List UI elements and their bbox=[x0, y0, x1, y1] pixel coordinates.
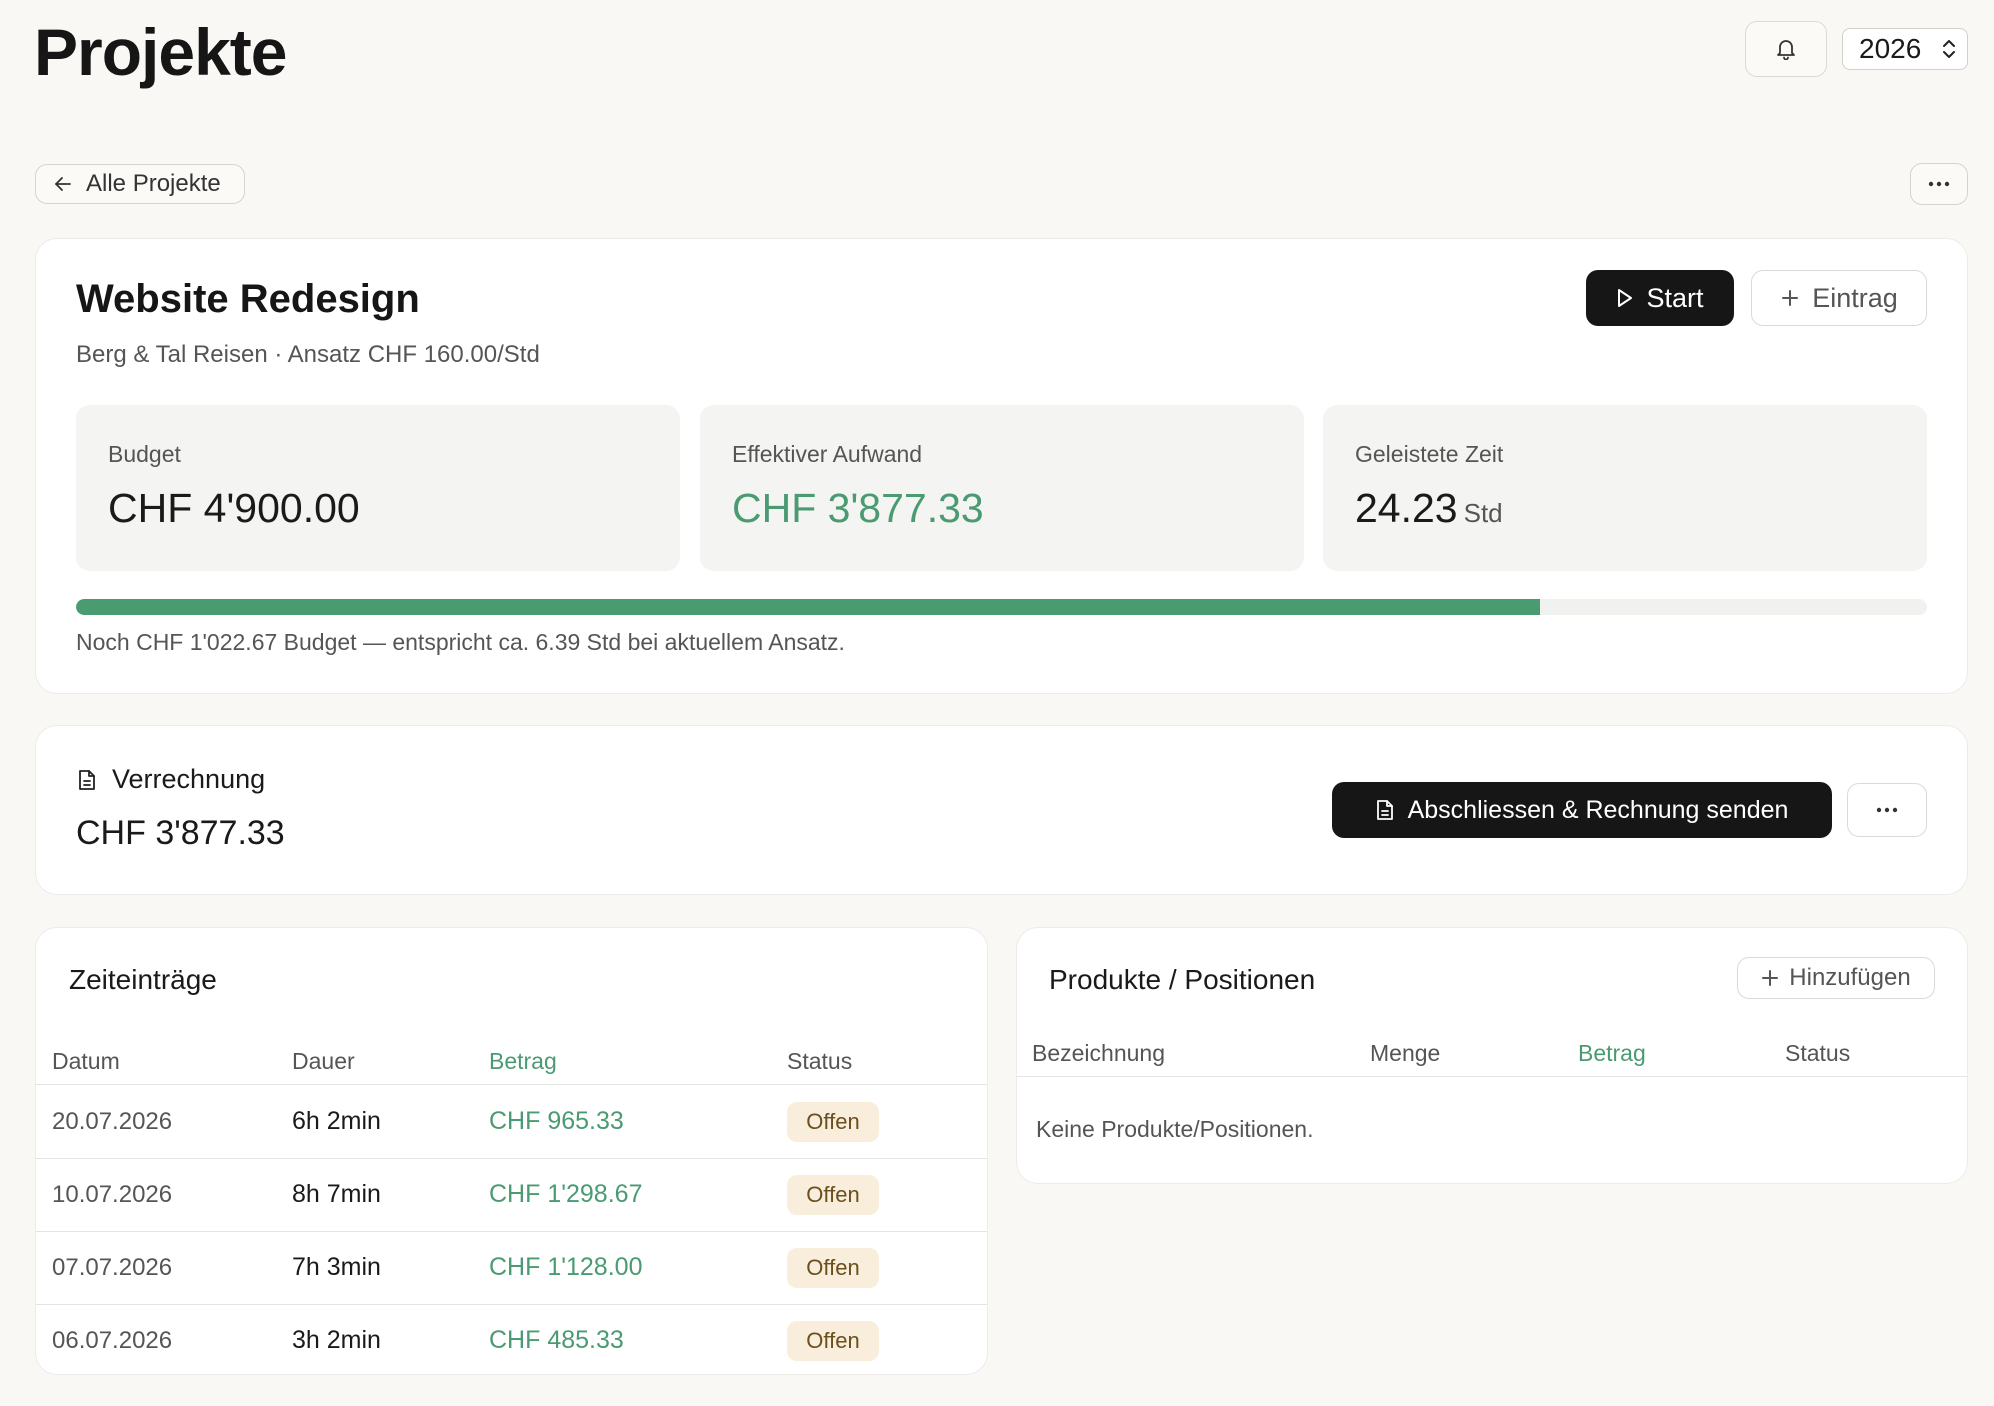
products-card: Produkte / Positionen Hinzufügen Bezeich… bbox=[1016, 927, 1968, 1184]
project-subtitle: Berg & Tal Reisen · Ansatz CHF 160.00/St… bbox=[76, 341, 540, 368]
column-amount[interactable]: Betrag bbox=[489, 1048, 557, 1075]
effort-label: Effektiver Aufwand bbox=[732, 441, 923, 467]
entry-amount: CHF 1'128.00 bbox=[489, 1253, 643, 1281]
notifications-button[interactable] bbox=[1745, 21, 1827, 77]
add-entry-button[interactable]: Eintrag bbox=[1751, 270, 1927, 326]
entry-duration: 3h 2min bbox=[292, 1326, 381, 1354]
table-row[interactable]: 10.07.2026 8h 7min CHF 1'298.67 Offen bbox=[36, 1159, 987, 1232]
entry-duration: 7h 3min bbox=[292, 1253, 381, 1281]
products-header: Bezeichnung Menge Betrag Status bbox=[1017, 1028, 1967, 1077]
entry-duration: 6h 2min bbox=[292, 1107, 381, 1135]
time-entries-card: Zeiteinträge Datum Dauer Betrag Status 2… bbox=[35, 927, 988, 1375]
effort-stat: Effektiver Aufwand CHF 3'877.33 bbox=[700, 405, 1304, 571]
status-badge: Offen bbox=[787, 1321, 879, 1361]
column-status[interactable]: Status bbox=[787, 1048, 852, 1075]
more-icon bbox=[1928, 181, 1950, 187]
billing-card: Verrechnung CHF 3'877.33 Abschliessen & … bbox=[35, 725, 1968, 895]
close-and-send-invoice-button[interactable]: Abschliessen & Rechnung senden bbox=[1332, 782, 1832, 838]
time-value: 24.23 bbox=[1355, 485, 1458, 531]
time-unit: Std bbox=[1463, 498, 1503, 528]
billing-heading: Verrechnung bbox=[78, 764, 265, 795]
plus-icon bbox=[1762, 970, 1779, 986]
arrow-left-icon bbox=[55, 177, 71, 191]
billing-title: Verrechnung bbox=[112, 764, 266, 794]
status-badge: Offen bbox=[787, 1175, 879, 1215]
add-product-button[interactable]: Hinzufügen bbox=[1737, 957, 1935, 999]
table-row[interactable]: 06.07.2026 3h 2min CHF 485.33 Offen bbox=[36, 1305, 987, 1374]
year-value: 2026 bbox=[1859, 33, 1922, 64]
time-entries-header: Datum Dauer Betrag Status bbox=[36, 1036, 987, 1085]
chevron-updown-icon bbox=[1943, 40, 1955, 58]
column-date[interactable]: Datum bbox=[52, 1048, 120, 1075]
column-status[interactable]: Status bbox=[1785, 1040, 1850, 1067]
time-entries-rows: 20.07.2026 6h 2min CHF 965.33 Offen 10.0… bbox=[36, 1086, 987, 1374]
start-timer-button[interactable]: Start bbox=[1586, 270, 1734, 326]
page-more-button[interactable] bbox=[1910, 163, 1968, 205]
billing-more-button[interactable] bbox=[1847, 783, 1927, 837]
project-overview-card: Website Redesign Berg & Tal Reisen · Ans… bbox=[35, 238, 1968, 694]
time-label: Geleistete Zeit bbox=[1355, 441, 1504, 467]
budget-progress-bar bbox=[76, 599, 1927, 615]
billing-amount: CHF 3'877.33 bbox=[76, 814, 285, 852]
table-row[interactable]: 20.07.2026 6h 2min CHF 965.33 Offen bbox=[36, 1086, 987, 1159]
effort-value: CHF 3'877.33 bbox=[732, 485, 984, 531]
project-name: Website Redesign bbox=[76, 277, 420, 321]
column-quantity[interactable]: Menge bbox=[1370, 1040, 1440, 1067]
products-empty-message: Keine Produkte/Positionen. bbox=[1036, 1116, 1314, 1142]
budget-progress-fill bbox=[76, 599, 1541, 615]
column-duration[interactable]: Dauer bbox=[292, 1048, 355, 1075]
status-badge: Offen bbox=[787, 1248, 879, 1288]
entry-amount: CHF 1'298.67 bbox=[489, 1180, 643, 1208]
entry-date: 06.07.2026 bbox=[52, 1327, 173, 1354]
plus-icon bbox=[1782, 290, 1799, 306]
add-product-label: Hinzufügen bbox=[1789, 964, 1911, 991]
page-title: Projekte bbox=[34, 15, 287, 89]
entry-amount: CHF 485.33 bbox=[489, 1326, 624, 1354]
document-icon bbox=[79, 769, 95, 790]
entry-date: 07.07.2026 bbox=[52, 1254, 173, 1281]
bell-icon bbox=[1777, 40, 1795, 60]
budget-remaining-note: Noch CHF 1'022.67 Budget — entspricht ca… bbox=[76, 629, 845, 655]
document-icon bbox=[1376, 800, 1393, 820]
column-name[interactable]: Bezeichnung bbox=[1032, 1040, 1165, 1067]
column-amount[interactable]: Betrag bbox=[1578, 1040, 1646, 1067]
entry-label: Eintrag bbox=[1812, 282, 1898, 313]
time-value-wrap: 24.23 Std bbox=[1355, 485, 1503, 532]
time-stat: Geleistete Zeit 24.23 Std bbox=[1323, 405, 1927, 571]
entry-date: 10.07.2026 bbox=[52, 1181, 173, 1208]
back-to-all-projects-button[interactable]: Alle Projekte bbox=[35, 164, 245, 204]
budget-value: CHF 4'900.00 bbox=[108, 485, 360, 531]
start-label: Start bbox=[1646, 282, 1704, 313]
status-badge: Offen bbox=[787, 1102, 879, 1142]
time-entries-title: Zeiteinträge bbox=[69, 964, 217, 995]
budget-label: Budget bbox=[108, 441, 181, 467]
back-label: Alle Projekte bbox=[86, 170, 221, 197]
entry-duration: 8h 7min bbox=[292, 1180, 381, 1208]
table-row[interactable]: 07.07.2026 7h 3min CHF 1'128.00 Offen bbox=[36, 1232, 987, 1305]
more-icon bbox=[1876, 807, 1898, 813]
products-title: Produkte / Positionen bbox=[1049, 964, 1316, 995]
entry-date: 20.07.2026 bbox=[52, 1108, 173, 1135]
year-select[interactable]: 2026 bbox=[1842, 28, 1968, 70]
play-icon bbox=[1618, 289, 1633, 307]
budget-stat: Budget CHF 4'900.00 bbox=[76, 405, 680, 571]
entry-amount: CHF 965.33 bbox=[489, 1107, 624, 1135]
invoice-label: Abschliessen & Rechnung senden bbox=[1407, 795, 1789, 824]
